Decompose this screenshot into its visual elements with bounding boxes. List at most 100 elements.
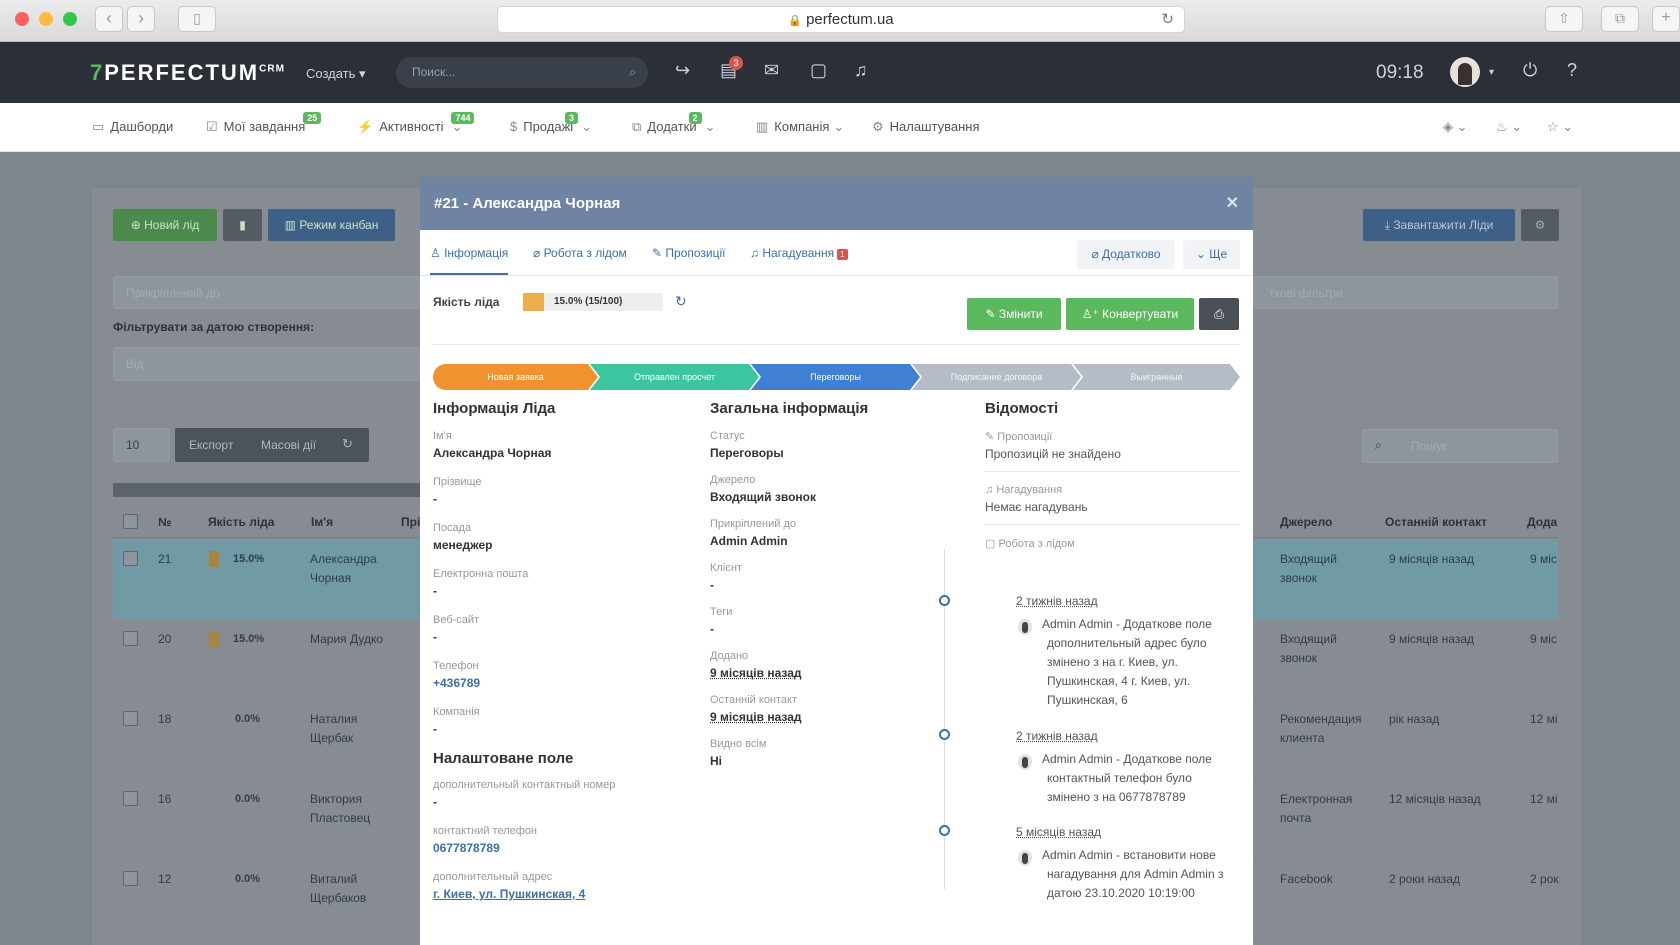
row-name[interactable]: Наталия Щербак <box>310 710 390 748</box>
filter-date-label: Фільтрувати за датою створення: <box>113 320 315 334</box>
chat-notification-badge: 3 <box>729 56 743 70</box>
row-checkbox[interactable] <box>123 711 138 726</box>
help-icon[interactable]: ? <box>1567 60 1577 81</box>
page-size-select[interactable]: 10 <box>113 428 170 462</box>
row-checkbox[interactable] <box>123 791 138 806</box>
close-window-button[interactable] <box>15 12 29 26</box>
row-checkbox[interactable] <box>123 871 138 886</box>
field-label: Електронна пошта <box>433 568 529 580</box>
row-added: 12 мі <box>1530 712 1558 726</box>
menu-item-dashboards[interactable]: ▭ Дашборди <box>92 119 173 135</box>
maximize-window-button[interactable] <box>63 12 77 26</box>
print-icon[interactable]: ⎙ <box>1199 298 1239 330</box>
new-tab-icon[interactable]: + <box>1652 6 1680 32</box>
address-bar[interactable]: 🔒 perfectum.ua ↻ <box>497 6 1185 33</box>
download-leads-button[interactable]: ⤓ Завантажити Ліди <box>1363 209 1515 241</box>
refresh-icon[interactable]: ↻ <box>675 293 687 310</box>
stage-negotiations[interactable]: Переговоры <box>751 364 920 390</box>
row-name[interactable]: Виталий Щербаков <box>310 870 390 908</box>
share-icon[interactable]: ⇧ <box>1545 6 1583 32</box>
reload-icon[interactable]: ↻ <box>1161 7 1174 33</box>
settings-gear-button[interactable]: ⚙ <box>1521 209 1559 241</box>
proposals-value: Пропозицій не знайдено <box>985 447 1121 461</box>
stage-new-request[interactable]: Новая заявка <box>433 364 598 390</box>
visible-to-all-value: Ні <box>710 754 722 768</box>
row-name[interactable]: Александра Чорная <box>310 550 390 588</box>
table-search-input[interactable]: Пошук <box>1362 429 1558 463</box>
first-name-value: Александра Чорная <box>433 446 552 460</box>
menu-item-my-tasks[interactable]: ☑ Мої завдання 25 <box>206 112 322 135</box>
logo[interactable]: 7PERFECTUMCRM <box>90 60 285 86</box>
phone-link[interactable]: +436789 <box>433 676 683 690</box>
minimize-window-button[interactable] <box>39 12 53 26</box>
fire-dropdown[interactable]: ♨ ⌄ <box>1496 119 1522 135</box>
additional-button[interactable]: ⌀ Додатково <box>1077 240 1175 269</box>
star-dropdown[interactable]: ☆ ⌄ <box>1547 119 1573 135</box>
global-search-input[interactable]: Поиск... ⌕ <box>396 57 648 88</box>
stage-won[interactable]: Выигранные <box>1073 364 1240 390</box>
menu-item-company[interactable]: ▥ Компанія ⌄ <box>756 119 844 135</box>
document-icon[interactable]: ▢ <box>810 60 827 81</box>
row-name[interactable]: Виктория Пластовец <box>310 790 390 828</box>
create-dropdown[interactable]: Создать ▾ <box>306 66 366 82</box>
row-last-contact: 9 місяців назад <box>1389 552 1475 566</box>
tab-proposals[interactable]: ✎ Пропозиції <box>652 246 725 260</box>
chevron-down-icon[interactable]: ▾ <box>1489 67 1494 78</box>
share-arrow-icon[interactable]: ↪ <box>675 60 690 81</box>
col-last-contact[interactable]: Останній контакт <box>1385 515 1487 529</box>
menu-item-activities[interactable]: ⚡ Активності 744 ⌄ <box>357 112 475 135</box>
stage-estimate-sent[interactable]: Отправлен просчет <box>590 364 759 390</box>
bell-icon[interactable]: ♫ <box>854 60 868 81</box>
power-icon[interactable]: ⏻ <box>1523 60 1537 81</box>
col-source[interactable]: Джерело <box>1280 515 1332 529</box>
quality-indicator <box>209 551 219 567</box>
row-added: 2 рок <box>1530 872 1559 886</box>
row-checkbox[interactable] <box>123 631 138 646</box>
row-checkbox[interactable] <box>123 551 138 566</box>
convert-button[interactable]: ♙⁺ Конвертувати <box>1066 298 1194 330</box>
address-link[interactable]: г. Киев, ул. Пушкинская, 4 <box>433 887 683 901</box>
menu-item-settings[interactable]: ⚙ Налаштування <box>872 119 980 135</box>
tabs-icon[interactable]: ⧉ <box>1601 6 1639 32</box>
user-avatar[interactable] <box>1450 57 1480 87</box>
attached-to-select[interactable]: Прикріплений до <box>113 276 420 309</box>
mail-icon[interactable]: ✉ <box>764 60 779 81</box>
col-name[interactable]: Ім'я <box>311 515 333 529</box>
close-icon[interactable]: ✕ <box>1226 177 1239 230</box>
select-all-checkbox[interactable] <box>123 514 138 529</box>
position-value: менеджер <box>433 538 493 552</box>
sidebar-toggle-icon[interactable]: ▯ <box>178 6 216 32</box>
bulk-actions-button[interactable]: Масові дії <box>261 438 316 452</box>
menu-item-sales[interactable]: $ Продажі 3 ⌄ <box>510 112 592 135</box>
layers-dropdown[interactable]: ◈ ⌄ <box>1443 119 1468 135</box>
field-label: Веб-сайт <box>433 614 480 626</box>
row-name[interactable]: Мария Дудко <box>310 630 390 649</box>
date-from-input[interactable]: Від <box>113 347 420 381</box>
contact-phone-link[interactable]: 0677878789 <box>433 841 683 855</box>
back-icon[interactable]: ‹ <box>95 6 123 32</box>
quality-progress-fill <box>523 293 544 311</box>
tab-reminders[interactable]: ♫ Нагадування 1 <box>750 246 848 260</box>
divider <box>985 524 1240 525</box>
col-quality[interactable]: Якість ліда <box>208 515 274 529</box>
refresh-icon[interactable]: ↻ <box>342 436 353 452</box>
edit-button[interactable]: ✎ Змінити <box>967 298 1061 330</box>
tab-lead-work[interactable]: ⌀ Робота з лідом <box>533 246 627 260</box>
new-lead-button[interactable]: ⊕ Новий лід <box>113 209 217 241</box>
menu-item-addons[interactable]: ⧉ Додатки 2 ⌄ <box>632 112 716 135</box>
field-label: Компанія <box>433 706 480 718</box>
kanban-mode-button[interactable]: ▥ Режим канбан <box>268 209 395 241</box>
additional-filters-select[interactable]: ткові фільтри <box>1253 276 1558 309</box>
stage-contract-signing[interactable]: Подписание договора <box>912 364 1081 390</box>
col-added[interactable]: Дода <box>1527 515 1557 529</box>
tab-info[interactable]: ♙ Інформація <box>430 246 509 275</box>
lead-info-heading: Інформація Ліда <box>433 400 556 417</box>
website-value: - <box>433 630 437 644</box>
pipeline-stages: Новая заявка Отправлен просчет Переговор… <box>433 364 1240 390</box>
forward-icon[interactable]: › <box>127 6 155 32</box>
col-number[interactable]: № <box>158 515 171 529</box>
chart-button[interactable]: ▮ <box>223 209 262 241</box>
col-attached[interactable]: Прі <box>401 515 420 529</box>
export-button[interactable]: Експорт <box>189 438 233 452</box>
more-dropdown[interactable]: ⌄ Ще <box>1183 240 1240 269</box>
